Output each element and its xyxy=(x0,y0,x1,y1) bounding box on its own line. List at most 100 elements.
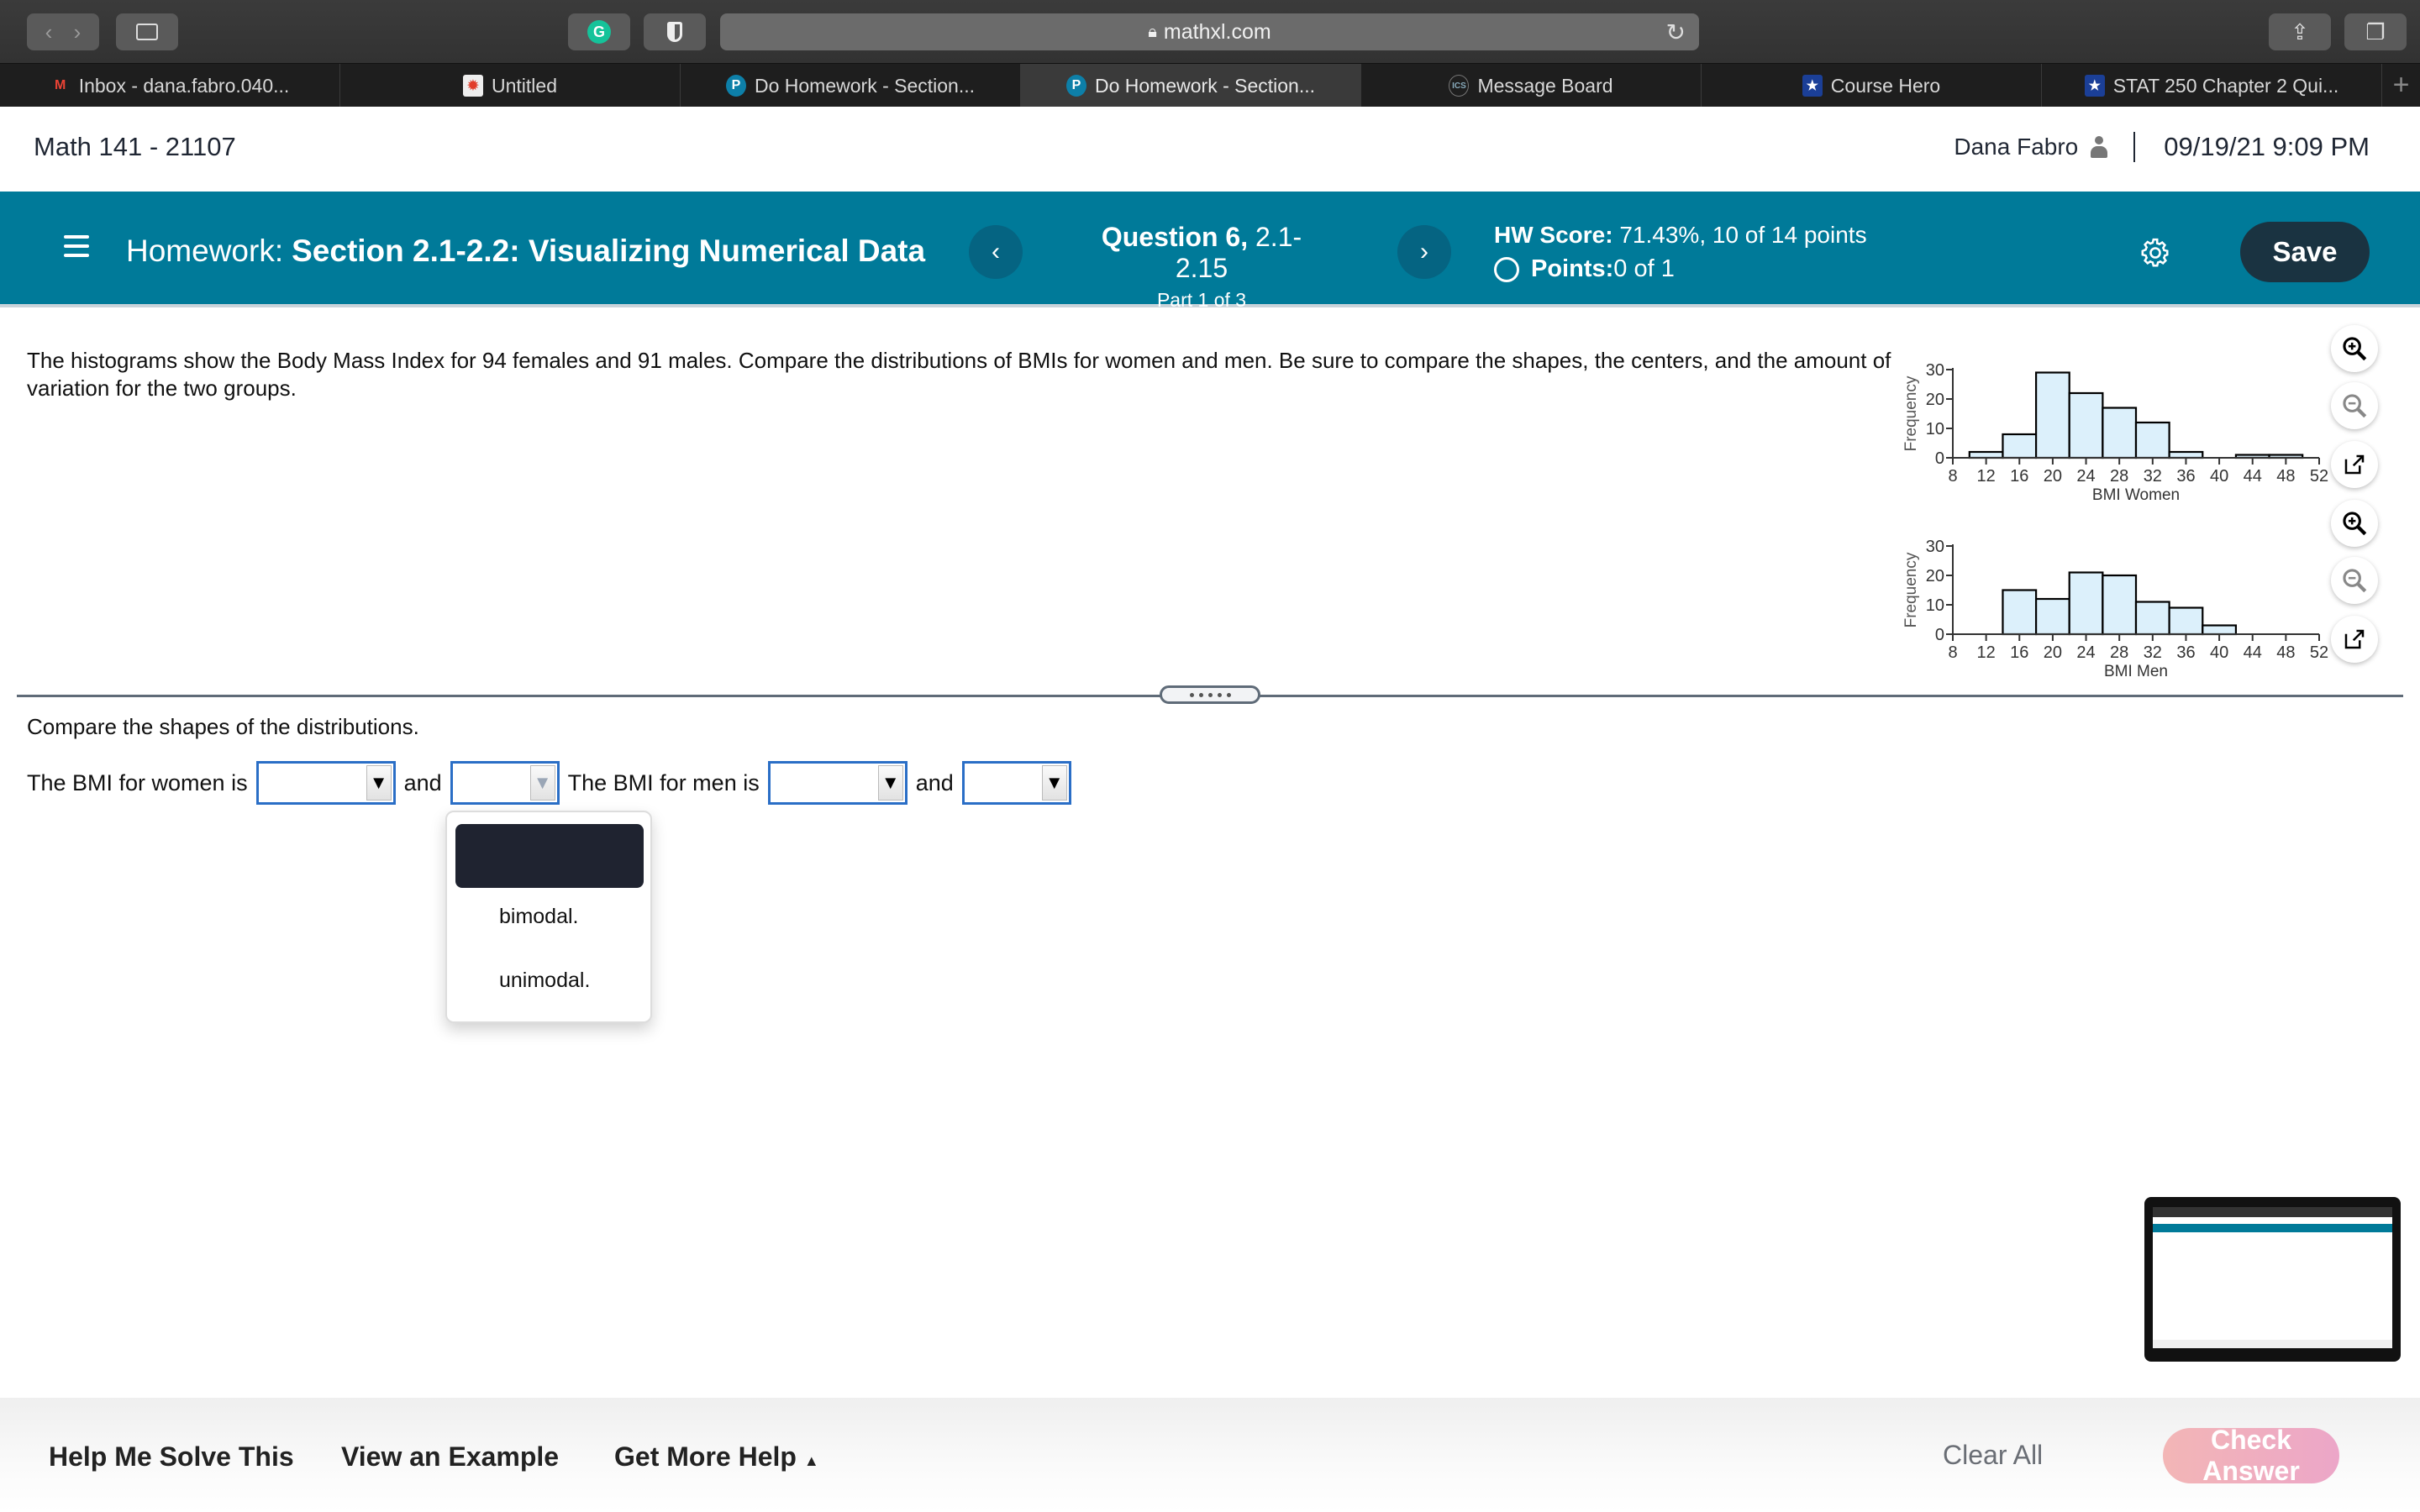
men-shape-dropdown-1[interactable]: ▼ xyxy=(767,761,908,805)
open-popup-women-button[interactable] xyxy=(2331,441,2378,488)
question-info: Question 6, 2.1-2.15 Part 1 of 3 xyxy=(1084,222,1319,312)
tab-untitled[interactable]: ✹ Untitled xyxy=(340,64,681,108)
zoom-out-women-button[interactable] xyxy=(2331,382,2378,429)
zoom-in-icon xyxy=(2343,337,2367,361)
dropdown-arrow-icon: ▼ xyxy=(877,765,903,801)
tabs-overview-button[interactable]: ❐ xyxy=(2344,13,2407,50)
x-tick-label: 28 xyxy=(2110,467,2128,486)
question-number: Question 6, xyxy=(1101,222,1249,252)
get-more-help-link[interactable]: Get More Help ▲ xyxy=(614,1441,819,1473)
x-tick-label: 8 xyxy=(1948,467,1957,486)
histogram-bar xyxy=(2168,450,2204,459)
chevron-right-icon: › xyxy=(1420,238,1428,265)
x-tick-label: 44 xyxy=(2244,467,2262,486)
histogram-men-svg: 0 10 20 30 8 12 16 20 24 28 32 36 40 44 48 52 BMI Men Fre… xyxy=(1902,538,2328,680)
forward-button[interactable]: › xyxy=(55,13,99,50)
x-tick-label: 36 xyxy=(2176,467,2195,486)
histogram-men: 0 10 20 30 8 12 16 20 24 28 32 36 40 44 48 52 BMI Men Fre… xyxy=(1899,512,2353,689)
question-part: Part 1 of 3 xyxy=(1156,289,1247,311)
menu-icon[interactable] xyxy=(64,235,89,257)
zoom-in-men-button[interactable] xyxy=(2331,500,2378,547)
women-shape-dropdown-1[interactable]: ▼ xyxy=(255,761,396,805)
x-axis-label: BMI Men xyxy=(2104,663,2168,680)
sidebar-toggle-button[interactable] xyxy=(116,13,178,50)
next-question-button[interactable]: › xyxy=(1397,225,1451,279)
canvas-icon: ✹ xyxy=(463,75,483,97)
tab-do-homework-1[interactable]: P Do Homework - Section... xyxy=(681,64,1021,108)
save-button[interactable]: Save xyxy=(2240,222,2370,282)
histogram-women: 0 10 20 30 8 12 16 20 24 28 32 36 40 44 48 52 BMI Women F… xyxy=(1899,336,2353,512)
tab-label: Do Homework - Section... xyxy=(1094,74,1316,97)
women-prefix: The BMI for women is xyxy=(27,769,248,795)
resize-handle[interactable] xyxy=(1160,685,1260,704)
tab-label: Do Homework - Section... xyxy=(754,74,976,97)
zoom-out-icon xyxy=(2343,394,2367,418)
chevron-left-icon: ‹ xyxy=(992,238,1000,265)
tab-course-hero[interactable]: ★ Course Hero xyxy=(1702,64,2042,108)
points-label: Points: xyxy=(1531,255,1614,282)
men-shape-dropdown-2[interactable]: ▼ xyxy=(961,761,1071,805)
homework-title: Homework: Section 2.1-2.2: Visualizing Nu… xyxy=(126,234,925,269)
histogram-bar xyxy=(2034,597,2070,636)
homework-name: Section 2.1-2.2: Visualizing Numerical D… xyxy=(292,234,926,268)
zoom-out-men-button[interactable] xyxy=(2331,557,2378,604)
course-title: Math 141 - 21107 xyxy=(34,132,236,161)
clear-all-button[interactable]: Clear All xyxy=(1943,1440,2043,1471)
hw-score-label: HW Score: xyxy=(1494,222,1613,248)
view-example-link[interactable]: View an Example xyxy=(341,1441,559,1473)
tab-label: Untitled xyxy=(492,74,557,97)
check-answer-button[interactable]: Check Answer xyxy=(2163,1425,2339,1486)
score-info: HW Score: 71.43%, 10 of 14 points Points… xyxy=(1494,222,1867,283)
dropdown-option-unimodal[interactable]: unimodal. xyxy=(499,969,590,993)
x-tick-label: 16 xyxy=(2010,467,2028,486)
previous-question-button[interactable]: ‹ xyxy=(969,225,1023,279)
women-shape-dropdown-2[interactable]: ▼ xyxy=(450,761,560,805)
question-text: The histograms show the Body Mass Index … xyxy=(27,348,1891,401)
share-button[interactable]: ⇪ xyxy=(2269,13,2331,50)
points-value: 0 of 1 xyxy=(1613,255,1675,282)
user-name[interactable]: Dana Fabro xyxy=(1954,134,2078,160)
pearson-icon: P xyxy=(725,75,746,97)
histogram-bar xyxy=(2002,433,2038,459)
zoom-in-women-button[interactable] xyxy=(2331,325,2378,372)
histogram-bar xyxy=(2102,407,2138,459)
y-tick-label: 20 xyxy=(1926,391,1944,409)
grammarly-button[interactable]: G xyxy=(568,13,630,50)
new-tab-button[interactable]: + xyxy=(2382,64,2420,107)
tab-stat-250[interactable]: ★ STAT 250 Chapter 2 Qui... xyxy=(2042,64,2382,108)
hw-score-value: 71.43%, 10 of 14 points xyxy=(1612,222,1867,248)
histogram-bar xyxy=(2068,391,2104,459)
tab-gmail[interactable]: M Inbox - dana.fabro.040... xyxy=(0,64,340,108)
tab-label: STAT 250 Chapter 2 Qui... xyxy=(2112,74,2339,97)
help-me-solve-link[interactable]: Help Me Solve This xyxy=(49,1441,294,1473)
open-popup-men-button[interactable] xyxy=(2331,616,2378,663)
gear-icon[interactable] xyxy=(2139,237,2171,269)
histogram-bar xyxy=(2102,574,2138,636)
x-tick-label: 28 xyxy=(2110,643,2128,662)
tab-do-homework-2[interactable]: P Do Homework - Section... xyxy=(1021,64,1361,108)
dropdown-arrow-icon: ▼ xyxy=(529,765,555,801)
histogram-bar xyxy=(2134,601,2170,636)
x-tick-label: 16 xyxy=(2010,643,2028,662)
y-axis-label: Frequency xyxy=(1902,375,1920,451)
address-bar[interactable]: 🔒︎ mathxl.com ↻ xyxy=(720,13,1699,50)
x-tick-label: 52 xyxy=(2310,643,2328,662)
x-tick-label: 48 xyxy=(2276,643,2295,662)
x-tick-label: 24 xyxy=(2076,467,2095,486)
screenshot-thumbnail[interactable] xyxy=(2144,1197,2401,1362)
y-axis-label: Frequency xyxy=(1902,552,1920,627)
chevron-right-icon: › xyxy=(73,18,82,45)
course-header: Math 141 - 21107 Dana Fabro 09/19/21 9:0… xyxy=(0,107,2420,192)
sub-prompt: Compare the shapes of the distributions. xyxy=(27,714,419,739)
privacy-shield-button[interactable] xyxy=(644,13,706,50)
histogram-bar xyxy=(2134,421,2170,459)
external-link-icon xyxy=(2344,454,2365,475)
x-tick-label: 20 xyxy=(2044,467,2062,486)
dropdown-menu: bimodal. unimodal. xyxy=(445,811,652,1023)
tab-message-board[interactable]: ICS Message Board xyxy=(1361,64,1702,108)
dropdown-option-bimodal[interactable]: bimodal. xyxy=(499,905,579,929)
gmail-icon: M xyxy=(55,78,66,92)
sidebar-icon xyxy=(136,24,158,40)
dropdown-option-blank[interactable] xyxy=(455,824,644,888)
reload-icon[interactable]: ↻ xyxy=(1666,18,1686,46)
